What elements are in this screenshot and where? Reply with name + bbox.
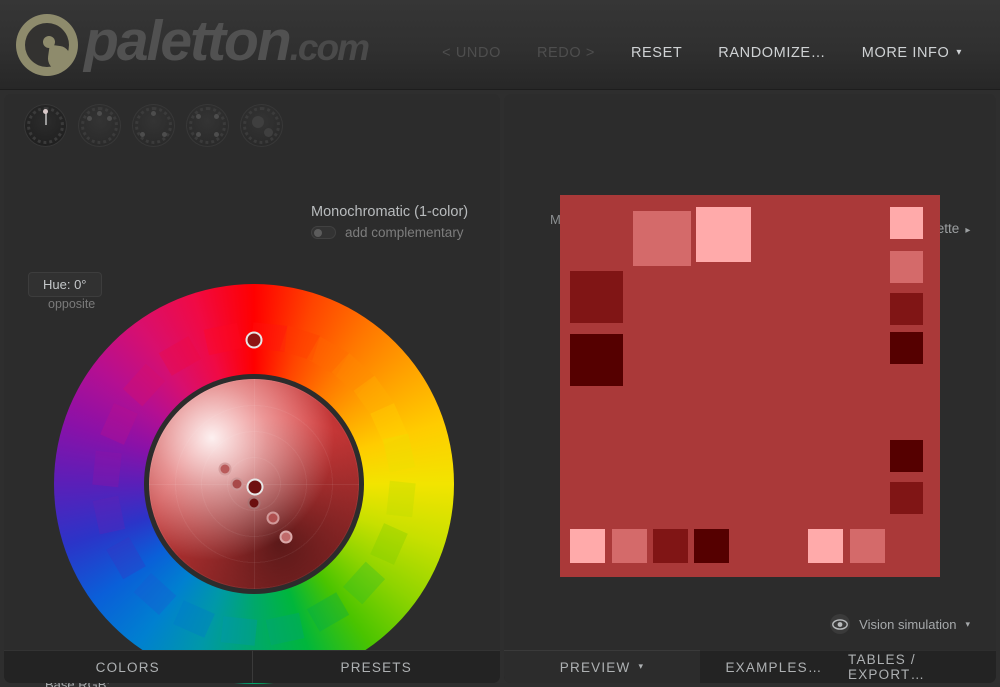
right-panel-tabs: PREVIEW ▾ EXAMPLES… TABLES / EXPORT… bbox=[504, 650, 996, 683]
logo-domain: .com bbox=[289, 27, 370, 68]
hue-marker-main[interactable] bbox=[245, 331, 263, 349]
sphere-marker-shade[interactable] bbox=[230, 477, 244, 491]
preview-swatch[interactable] bbox=[694, 529, 729, 563]
sphere-marker-shade[interactable] bbox=[266, 511, 280, 525]
vision-simulation-control[interactable]: Vision simulation ▾ bbox=[830, 614, 970, 634]
preview-swatch[interactable] bbox=[850, 529, 885, 563]
chevron-down-icon: ▾ bbox=[956, 47, 962, 58]
chevron-down-icon: ▾ bbox=[965, 618, 970, 629]
vision-simulation-label: Vision simulation bbox=[859, 616, 957, 632]
scheme-label: Monochromatic (1-color) bbox=[311, 204, 469, 220]
tab-presets[interactable]: PRESETS bbox=[251, 650, 500, 683]
preview-swatch[interactable] bbox=[612, 529, 647, 563]
scheme-icon-triad[interactable] bbox=[132, 104, 175, 147]
saturation-brightness-sphere[interactable] bbox=[149, 379, 359, 589]
preview-swatch[interactable] bbox=[653, 529, 688, 563]
paletton-app: paletton.com < UNDO REDO > RESET RANDOMI… bbox=[0, 0, 1000, 687]
sphere-marker-shade[interactable] bbox=[247, 496, 261, 510]
logo-word: paletton bbox=[84, 9, 292, 73]
header-nav: < UNDO REDO > RESET RANDOMIZE… MORE INFO… bbox=[424, 41, 980, 65]
nav-undo-label: < UNDO bbox=[442, 45, 501, 61]
scheme-icon-tetrad[interactable] bbox=[186, 104, 229, 147]
preview-swatch[interactable] bbox=[890, 207, 923, 239]
eye-icon bbox=[830, 614, 851, 634]
logo-text: paletton.com bbox=[84, 9, 370, 79]
nav-more-info[interactable]: MORE INFO ▾ bbox=[844, 41, 980, 65]
chevron-right-icon: ▸ bbox=[965, 225, 971, 236]
header: paletton.com < UNDO REDO > RESET RANDOMI… bbox=[0, 0, 1000, 90]
nav-redo-label: REDO > bbox=[536, 45, 595, 61]
preview-swatch[interactable] bbox=[890, 251, 923, 283]
preview-swatch[interactable] bbox=[808, 529, 843, 563]
sphere-marker-shade[interactable] bbox=[218, 462, 232, 476]
preview-swatch[interactable] bbox=[890, 482, 923, 514]
tab-examples[interactable]: EXAMPLES… bbox=[700, 650, 848, 683]
scheme-type-selector bbox=[24, 104, 283, 147]
preview-swatch[interactable] bbox=[570, 271, 623, 323]
tab-preview-label: PREVIEW bbox=[559, 659, 631, 675]
preview-swatch[interactable] bbox=[890, 440, 923, 472]
add-complementary-label: add complementary bbox=[345, 225, 464, 240]
scheme-icon-monochromatic[interactable] bbox=[24, 104, 67, 147]
preview-swatch[interactable] bbox=[696, 207, 751, 262]
add-complementary-toggle[interactable] bbox=[311, 226, 336, 239]
preview-swatch[interactable] bbox=[633, 211, 691, 266]
tab-tables-export[interactable]: TABLES / EXPORT… bbox=[848, 650, 996, 683]
preview-swatch[interactable] bbox=[890, 293, 923, 325]
nav-randomize-label: RANDOMIZE… bbox=[718, 45, 826, 61]
nav-reset[interactable]: RESET bbox=[613, 41, 700, 65]
nav-redo[interactable]: REDO > bbox=[519, 41, 613, 65]
preview-canvas[interactable] bbox=[560, 195, 940, 577]
nav-reset-label: RESET bbox=[630, 45, 683, 61]
tab-colors[interactable]: COLORS bbox=[4, 650, 252, 683]
preview-swatch[interactable] bbox=[570, 529, 605, 563]
logo[interactable]: paletton.com bbox=[16, 9, 370, 79]
left-panel: Monochromatic (1-color) add complementar… bbox=[4, 94, 500, 687]
sphere-marker-main[interactable] bbox=[246, 478, 264, 496]
add-complementary-row[interactable]: add complementary bbox=[311, 225, 464, 240]
paletton-logo-icon bbox=[16, 13, 78, 76]
tab-preview[interactable]: PREVIEW ▾ bbox=[504, 650, 700, 683]
scheme-icon-adjacent[interactable] bbox=[78, 104, 121, 147]
nav-more-info-label: MORE INFO bbox=[861, 45, 950, 61]
preview-swatch[interactable] bbox=[890, 332, 923, 364]
left-panel-tabs: COLORS PRESETS bbox=[4, 650, 500, 683]
color-wheel[interactable] bbox=[54, 284, 454, 684]
nav-randomize[interactable]: RANDOMIZE… bbox=[700, 41, 844, 65]
scheme-icon-free-style[interactable] bbox=[240, 104, 283, 147]
right-panel: My Palette: Share palette▸ Vision simula… bbox=[504, 94, 996, 682]
chevron-down-icon: ▾ bbox=[638, 660, 645, 671]
nav-undo[interactable]: < UNDO bbox=[424, 41, 519, 65]
sphere-marker-shade[interactable] bbox=[279, 530, 292, 543]
preview-swatch[interactable] bbox=[570, 334, 623, 386]
